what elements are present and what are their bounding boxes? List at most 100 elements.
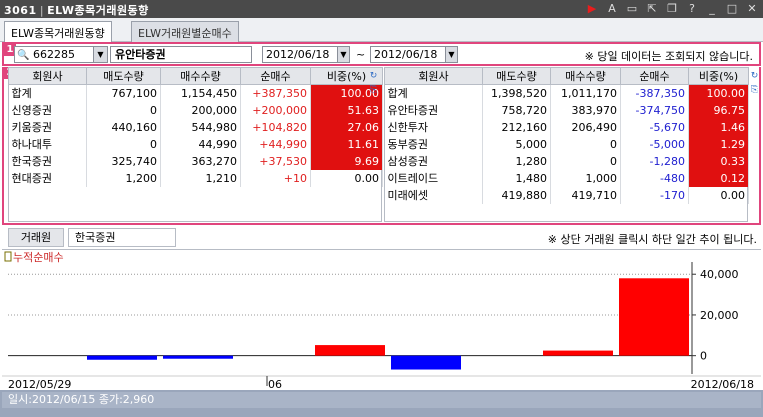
maximize-icon[interactable]: □ — [725, 1, 739, 16]
export-icon[interactable]: ⎘ — [368, 85, 379, 96]
cell-sell-qty: 419,880 — [482, 186, 551, 204]
cell-broker: 삼성증권 — [384, 152, 483, 170]
cell-buy-qty: 206,490 — [550, 118, 621, 136]
chart-bar[interactable] — [543, 350, 613, 356]
cell-broker: 유안타증권 — [384, 101, 483, 119]
cell-net-buy: -5,670 — [620, 118, 689, 136]
cell-broker: 현대증권 — [8, 169, 87, 187]
query-panel: 1 🔍 662285 ▼ 유안타증권 2012/06/18 ▼ ~ 2012/0… — [2, 42, 761, 66]
table-row[interactable]: 동부증권 5,000 0 -5,000 1.29 — [384, 135, 749, 153]
cell-weight: 1.46 — [688, 118, 749, 136]
font-icon[interactable]: A — [605, 1, 619, 16]
cell-sell-qty: 1,200 — [86, 169, 161, 187]
refresh-icon[interactable]: ↻ — [368, 71, 379, 82]
col-header-broker[interactable]: 회원사 — [8, 67, 87, 85]
export-icon[interactable]: ⎘ — [749, 85, 760, 96]
table-row[interactable]: 신한투자 212,160 206,490 -5,670 1.46 — [384, 118, 749, 136]
net-buy-chart: 누적순매수 40,000 20,000 0 2012/05/29 06 2012/06/… — [2, 249, 761, 391]
refresh-icon[interactable]: ↻ — [749, 71, 760, 82]
cell-sell-qty: 758,720 — [482, 101, 551, 119]
window-title-text: ELW종목거래원동향 — [47, 4, 149, 17]
table-row[interactable]: 키움증권 440,160 544,980 +104,820 27.06 — [8, 118, 383, 136]
cell-weight: 0.00 — [310, 169, 383, 187]
search-icon[interactable]: 🔍 — [17, 48, 29, 63]
cell-weight: 51.63 — [310, 101, 383, 119]
cell-broker: 하나대투 — [8, 135, 87, 153]
cell-sell-qty: 0 — [86, 101, 161, 119]
col-header-buy-qty[interactable]: 매수수량 — [550, 67, 621, 85]
screen-number: 3061 — [4, 4, 37, 17]
cell-net-buy: -374,750 — [620, 101, 689, 119]
cell-weight: 0.12 — [688, 169, 749, 187]
buy-side-table-frame: 회원사 매도수량 매수수량 순매수 비중(%) 합계 1,398,520 1,011… — [384, 67, 749, 222]
date-to-field[interactable]: 2012/06/18 ▼ — [370, 46, 458, 63]
table-row[interactable]: 이트레이드 1,480 1,000 -480 0.12 — [384, 169, 749, 187]
window-title: 3061 | ELW종목거래원동향 — [4, 4, 149, 17]
cell-weight: 96.75 — [688, 101, 749, 119]
cell-weight: 1.29 — [688, 135, 749, 153]
chart-bar[interactable] — [619, 278, 689, 356]
cell-broker: 미래에셋 — [384, 186, 483, 204]
cell-net-buy: -170 — [620, 186, 689, 204]
table-row[interactable]: 신영증권 0 200,000 +200,000 51.63 — [8, 101, 383, 119]
help-icon[interactable]: ? — [685, 1, 699, 16]
table-row[interactable]: 하나대투 0 44,990 +44,990 11.61 — [8, 135, 383, 153]
minimize-icon[interactable]: _ — [705, 1, 719, 16]
legend-swatch — [4, 251, 12, 262]
cell-buy-qty: 1,154,450 — [160, 84, 241, 102]
chart-bar[interactable] — [87, 355, 157, 360]
col-header-net-buy[interactable]: 순매수 — [620, 67, 689, 85]
cell-net-buy: -5,000 — [620, 135, 689, 153]
cell-weight: 9.69 — [310, 152, 383, 170]
tab-elw-broker-netbuy[interactable]: ELW거래원별순매수 — [131, 21, 239, 42]
status-text: 일시:2012/06/15 종가:2,960 — [2, 392, 761, 408]
cell-broker: 합계 — [384, 84, 483, 102]
cell-net-buy: +44,990 — [240, 135, 311, 153]
legend-label: 누적순매수 — [13, 251, 64, 264]
play-icon[interactable]: ▶ — [585, 1, 599, 16]
chart-bar[interactable] — [163, 355, 233, 359]
cell-sell-qty: 440,160 — [86, 118, 161, 136]
date-from-value: 2012/06/18 — [266, 48, 330, 61]
stock-name-field: 유안타증권 — [110, 46, 252, 63]
cell-weight: 100.00 — [688, 84, 749, 102]
date-from-field[interactable]: 2012/06/18 ▼ — [262, 46, 350, 63]
broker-tables-section: 2 회원사 매도수량 매수수량 순매수 비중(%) 합계767,1001,154… — [2, 67, 761, 225]
cell-broker: 신영증권 — [8, 101, 87, 119]
broker-notice: ※ 상단 거래원 클릭시 하단 일간 추이 됩니다. — [547, 233, 757, 246]
table-row[interactable]: 삼성증권 1,280 0 -1,280 0.33 — [384, 152, 749, 170]
pin-icon[interactable]: ⇱ — [645, 1, 659, 16]
broker-value[interactable]: 한국증권 — [68, 228, 176, 247]
cell-net-buy: +104,820 — [240, 118, 311, 136]
table-row[interactable]: 현대증권 1,200 1,210 +10 0.00 — [8, 169, 383, 187]
buy-side-table: 회원사 매도수량 매수수량 순매수 비중(%) 합계 1,398,520 1,011… — [384, 67, 749, 204]
chart-bar[interactable] — [391, 355, 461, 370]
cell-broker: 키움증권 — [8, 118, 87, 136]
chevron-down-icon[interactable]: ▼ — [337, 47, 349, 62]
tab-elw-broker-trend[interactable]: ELW종목거래원동향 — [4, 21, 112, 42]
window-icon[interactable]: ▭ — [625, 1, 639, 16]
table-row[interactable]: 유안타증권 758,720 383,970 -374,750 96.75 — [384, 101, 749, 119]
table-row[interactable]: 합계 1,398,520 1,011,170 -387,350 100.00 — [384, 84, 749, 102]
col-header-broker[interactable]: 회원사 — [384, 67, 483, 85]
chevron-down-icon[interactable]: ▼ — [93, 47, 107, 62]
close-icon[interactable]: ✕ — [745, 1, 759, 16]
restore-icon[interactable]: ❐ — [665, 1, 679, 16]
col-header-weight[interactable]: 비중(%) — [688, 67, 749, 85]
col-header-sell-qty[interactable]: 매도수량 — [482, 67, 551, 85]
col-header-sell-qty[interactable]: 매도수량 — [86, 67, 161, 85]
cell-buy-qty: 383,970 — [550, 101, 621, 119]
table-row[interactable]: 한국증권 325,740 363,270 +37,530 9.69 — [8, 152, 383, 170]
date-separator: ~ — [356, 48, 366, 61]
col-header-buy-qty[interactable]: 매수수량 — [160, 67, 241, 85]
table-row[interactable]: 합계 767,100 1,154,450 +387,350 100.00 — [8, 84, 383, 102]
chart-bar[interactable] — [315, 345, 385, 356]
code-field[interactable]: 🔍 662285 ▼ — [14, 46, 108, 63]
table-row[interactable]: 미래에셋 419,880 419,710 -170 0.00 — [384, 186, 749, 204]
cell-broker: 한국증권 — [8, 152, 87, 170]
cell-weight: 0.00 — [688, 186, 749, 204]
cell-buy-qty: 44,990 — [160, 135, 241, 153]
cell-net-buy: +10 — [240, 169, 311, 187]
chevron-down-icon[interactable]: ▼ — [445, 47, 457, 62]
col-header-net-buy[interactable]: 순매수 — [240, 67, 311, 85]
